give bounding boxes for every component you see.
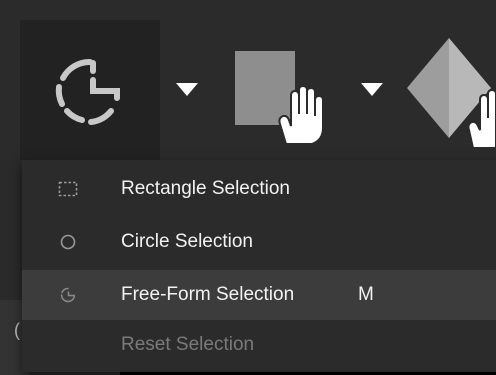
menu-item-label: Circle Selection <box>121 231 253 252</box>
move-dropdown-caret-icon[interactable] <box>361 83 383 97</box>
free-form-selection-tool-button[interactable] <box>20 20 160 160</box>
dashed-rectangle-icon <box>58 181 78 197</box>
side-panel-glyph: ( <box>14 320 20 340</box>
menu-item-label: Free-Form Selection <box>121 284 295 305</box>
rectangle-hand-icon[interactable] <box>232 48 332 148</box>
circle-outline-icon <box>60 234 76 250</box>
free-form-selection-icon <box>55 58 120 125</box>
menu-item-shortcut: M <box>358 284 374 305</box>
selection-dropdown-caret-icon[interactable] <box>176 83 198 97</box>
menu-item-circle-selection[interactable]: Circle Selection <box>22 217 496 267</box>
toolbar <box>0 0 496 160</box>
menu-item-reset-selection: Reset Selection <box>22 320 496 370</box>
selection-dropdown-menu: Rectangle Selection Circle Selection Fre… <box>22 160 496 372</box>
menu-item-label: Reset Selection <box>121 334 255 355</box>
menu-item-label: Rectangle Selection <box>121 178 290 199</box>
menu-item-rectangle-selection[interactable]: Rectangle Selection <box>22 164 496 214</box>
menu-item-free-form-selection[interactable]: Free-Form Selection M <box>22 270 496 320</box>
pyramid-hand-icon[interactable] <box>399 38 496 148</box>
free-form-selection-icon <box>60 287 75 303</box>
